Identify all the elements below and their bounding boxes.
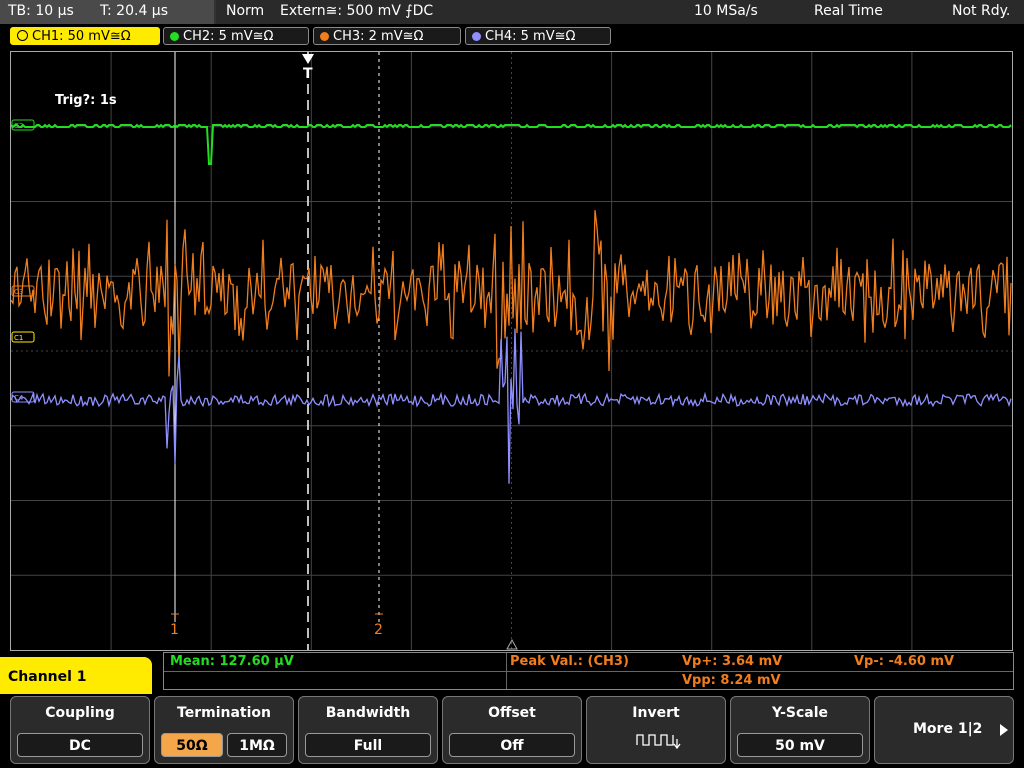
- cursor-2-label: 2: [374, 622, 383, 638]
- svg-text:C4: C4: [14, 394, 24, 402]
- termination-1mohm-option[interactable]: 1MΩ: [227, 733, 287, 757]
- channel-tabs: CH1: 50 mV≅Ω CH2: 5 mV≅Ω CH3: 2 mV≅Ω CH4…: [0, 24, 1024, 48]
- ch1-dot-icon: [17, 30, 28, 41]
- channel-menu-title-text: Channel 1: [8, 669, 87, 685]
- vp-plus-measurement: Vp+: 3.64 mV: [682, 654, 783, 669]
- trigger-status-row[interactable]: Norm Extern≅: 500 mV ⨍DC 10 MSa/s Real T…: [216, 0, 1024, 24]
- yscale-value[interactable]: 50 mV: [737, 733, 863, 757]
- svg-text:C1: C1: [14, 334, 23, 342]
- run-status: Not Rdy.: [952, 3, 1011, 19]
- tab-ch1[interactable]: CH1: 50 mV≅Ω: [10, 27, 160, 45]
- waveform-display[interactable]: T 1 2 C2 C3 C1 C4 Trig?: 1s: [10, 51, 1013, 651]
- trigger-time-readout: T: 20.4 µs: [100, 3, 169, 19]
- trigger-mode: Norm: [226, 3, 265, 19]
- trigger-position-icon[interactable]: [302, 54, 314, 64]
- tab-ch4[interactable]: CH4: 5 mV≅Ω: [465, 27, 611, 45]
- cursor-1-label: 1: [170, 622, 179, 638]
- mean-measurement: Mean: 127.60 µV: [170, 654, 294, 669]
- tab-ch3[interactable]: CH3: 2 mV≅Ω: [313, 27, 461, 45]
- peak-measurement-label: Peak Val.: (CH3): [510, 654, 629, 669]
- yscale-title: Y-Scale: [771, 705, 828, 721]
- next-page-icon: [1000, 724, 1008, 736]
- invert-softkey[interactable]: Invert: [586, 696, 726, 764]
- bandwidth-title: Bandwidth: [325, 705, 411, 721]
- termination-title: Termination: [177, 705, 271, 721]
- measurement-divider: [164, 671, 1013, 672]
- ch3-dot-icon: [320, 32, 329, 41]
- trigger-marker-label: T: [303, 66, 313, 82]
- vpp-measurement: Vpp: 8.24 mV: [682, 673, 781, 688]
- coupling-softkey[interactable]: Coupling DC: [10, 696, 150, 764]
- measurement-panel[interactable]: Mean: 127.60 µV Peak Val.: (CH3) Vp+: 3.…: [163, 652, 1014, 690]
- offset-value[interactable]: Off: [449, 733, 575, 757]
- yscale-softkey[interactable]: Y-Scale 50 mV: [730, 696, 870, 764]
- bandwidth-softkey[interactable]: Bandwidth Full: [298, 696, 438, 764]
- coupling-title: Coupling: [45, 705, 115, 721]
- invert-title: Invert: [632, 705, 680, 721]
- offset-title: Offset: [488, 705, 536, 721]
- timebase-box[interactable]: TB: 10 µs T: 20.4 µs: [0, 0, 214, 24]
- tab-ch2-label: CH2: 5 mV≅Ω: [183, 29, 274, 44]
- sample-rate: 10 MSa/s: [694, 3, 758, 19]
- measurement-col-divider: [506, 653, 507, 689]
- tab-ch2[interactable]: CH2: 5 mV≅Ω: [163, 27, 309, 45]
- trigger-source: Extern≅: 500 mV ⨍DC: [280, 3, 434, 19]
- svg-text:C3: C3: [14, 288, 23, 296]
- ch2-dot-icon: [170, 32, 179, 41]
- offset-softkey[interactable]: Offset Off: [442, 696, 582, 764]
- ch2-level-marker[interactable]: C2: [11, 119, 35, 131]
- tab-ch4-label: CH4: 5 mV≅Ω: [485, 29, 576, 44]
- more-softkey[interactable]: More 1|2: [874, 696, 1014, 764]
- vp-minus-measurement: Vp-: -4.60 mV: [854, 654, 955, 669]
- more-label: More 1|2: [913, 721, 983, 737]
- trigger-info-text: Trig?: 1s: [55, 93, 117, 108]
- invert-waveform-icon: [636, 734, 681, 750]
- tab-ch1-label: CH1: 50 mV≅Ω: [32, 29, 131, 44]
- ch4-waveform: [11, 328, 1012, 484]
- tab-ch3-label: CH3: 2 mV≅Ω: [333, 29, 424, 44]
- termination-softkey[interactable]: Termination 50Ω 1MΩ: [154, 696, 294, 764]
- softkey-bar: Coupling DC Termination 50Ω 1MΩ Bandwidt…: [0, 694, 1024, 768]
- timebase-readout: TB: 10 µs: [8, 3, 74, 19]
- graticule: T 1 2 C2 C3 C1 C4 Trig?: 1s: [11, 52, 1012, 650]
- bandwidth-value[interactable]: Full: [305, 733, 431, 757]
- acquisition-mode: Real Time: [814, 3, 883, 19]
- ch1-level-marker[interactable]: C1: [11, 331, 35, 343]
- ch4-dot-icon: [472, 32, 481, 41]
- svg-text:C2: C2: [14, 122, 23, 130]
- status-bar: TB: 10 µs T: 20.4 µs Norm Extern≅: 500 m…: [0, 0, 1024, 24]
- termination-50ohm-option[interactable]: 50Ω: [161, 733, 223, 757]
- coupling-value[interactable]: DC: [17, 733, 143, 757]
